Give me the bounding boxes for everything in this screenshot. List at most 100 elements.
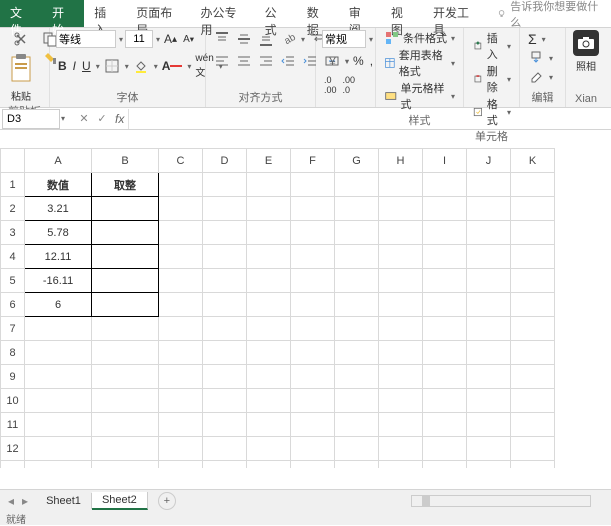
cell[interactable]	[291, 389, 335, 413]
underline-button[interactable]: U	[80, 58, 93, 74]
cell[interactable]	[467, 389, 511, 413]
conditional-format-button[interactable]: 条件格式▾	[382, 30, 457, 46]
increase-decimal-button[interactable]: .0.00	[322, 74, 339, 96]
cell[interactable]	[159, 173, 203, 197]
tab-view[interactable]: 视图	[381, 0, 423, 27]
cell-style-button[interactable]: 单元格样式▾	[382, 80, 457, 112]
cell[interactable]	[335, 197, 379, 221]
cell[interactable]	[335, 413, 379, 437]
insert-cells-button[interactable]: 插入▾	[470, 30, 513, 62]
cell[interactable]	[203, 437, 247, 461]
cell[interactable]	[203, 461, 247, 469]
name-box[interactable]	[2, 109, 60, 129]
cell[interactable]	[379, 461, 423, 469]
paste-button[interactable]	[6, 49, 36, 87]
cell[interactable]	[159, 413, 203, 437]
sheet-tab-2[interactable]: Sheet2	[92, 492, 148, 510]
cell[interactable]	[379, 245, 423, 269]
cell[interactable]	[247, 389, 291, 413]
cell[interactable]	[92, 317, 159, 341]
cell[interactable]	[467, 173, 511, 197]
italic-button[interactable]: I	[71, 58, 78, 74]
cell[interactable]	[291, 413, 335, 437]
cell[interactable]	[92, 293, 159, 317]
cell[interactable]	[203, 269, 247, 293]
cell[interactable]	[203, 365, 247, 389]
tab-data[interactable]: 数据	[297, 0, 339, 27]
row-header[interactable]: 5	[1, 269, 25, 293]
cell[interactable]	[247, 461, 291, 469]
cell[interactable]	[379, 413, 423, 437]
cell[interactable]	[159, 365, 203, 389]
cell[interactable]	[511, 365, 555, 389]
cell[interactable]	[203, 413, 247, 437]
cell[interactable]	[247, 437, 291, 461]
cell[interactable]	[379, 365, 423, 389]
tab-office[interactable]: 办公专用	[190, 0, 254, 27]
cell[interactable]	[379, 221, 423, 245]
cell[interactable]	[291, 437, 335, 461]
align-bottom-button[interactable]	[256, 30, 276, 48]
cell[interactable]	[423, 197, 467, 221]
decrease-decimal-button[interactable]: .00.0	[341, 74, 358, 96]
row-header[interactable]: 12	[1, 437, 25, 461]
cell[interactable]	[467, 293, 511, 317]
cell[interactable]	[203, 317, 247, 341]
cell[interactable]	[511, 245, 555, 269]
cell[interactable]	[159, 269, 203, 293]
cancel-formula-button[interactable]: ✕	[75, 110, 93, 128]
cell[interactable]	[379, 389, 423, 413]
cell[interactable]	[423, 293, 467, 317]
cell[interactable]	[467, 197, 511, 221]
cell[interactable]	[379, 269, 423, 293]
cell[interactable]	[159, 389, 203, 413]
cell[interactable]	[291, 341, 335, 365]
cell[interactable]	[247, 221, 291, 245]
cell[interactable]	[247, 197, 291, 221]
cell[interactable]	[291, 221, 335, 245]
cell[interactable]: 5.78	[25, 221, 92, 245]
cell[interactable]	[423, 461, 467, 469]
cell[interactable]	[335, 461, 379, 469]
cell[interactable]	[335, 173, 379, 197]
fill-color-button[interactable]	[131, 57, 151, 75]
font-name-select[interactable]	[56, 30, 116, 48]
cell[interactable]	[291, 173, 335, 197]
cell[interactable]: 12.11	[25, 245, 92, 269]
cell[interactable]	[291, 461, 335, 469]
cell[interactable]	[92, 413, 159, 437]
row-header[interactable]: 7	[1, 317, 25, 341]
cell[interactable]	[92, 269, 159, 293]
cell[interactable]	[92, 197, 159, 221]
column-header[interactable]: K	[511, 149, 555, 173]
increase-font-button[interactable]: A▴	[162, 31, 179, 47]
cell[interactable]: 取整	[92, 173, 159, 197]
column-header[interactable]: E	[247, 149, 291, 173]
cell[interactable]	[467, 269, 511, 293]
spreadsheet-grid[interactable]: ABCDEFGHIJK1数值取整23.2135.78412.115-16.116…	[0, 148, 611, 468]
cell[interactable]: 3.21	[25, 197, 92, 221]
cell[interactable]	[511, 389, 555, 413]
cell[interactable]	[467, 413, 511, 437]
align-top-button[interactable]	[212, 30, 232, 48]
sheet-tab-1[interactable]: Sheet1	[36, 493, 92, 509]
cell[interactable]	[203, 245, 247, 269]
cell[interactable]	[467, 437, 511, 461]
cell[interactable]	[203, 221, 247, 245]
cell[interactable]	[92, 221, 159, 245]
cell[interactable]	[423, 365, 467, 389]
row-header[interactable]: 10	[1, 389, 25, 413]
column-header[interactable]: C	[159, 149, 203, 173]
cell[interactable]	[511, 413, 555, 437]
tab-formulas[interactable]: 公式	[255, 0, 297, 27]
add-sheet-button[interactable]: +	[158, 492, 176, 510]
cell[interactable]	[203, 173, 247, 197]
tab-insert[interactable]: 插入	[84, 0, 126, 27]
cell[interactable]	[291, 293, 335, 317]
cell[interactable]	[423, 173, 467, 197]
cell[interactable]	[467, 365, 511, 389]
cell[interactable]	[25, 341, 92, 365]
fill-button[interactable]	[526, 49, 546, 67]
cell[interactable]	[247, 293, 291, 317]
cell[interactable]	[291, 245, 335, 269]
